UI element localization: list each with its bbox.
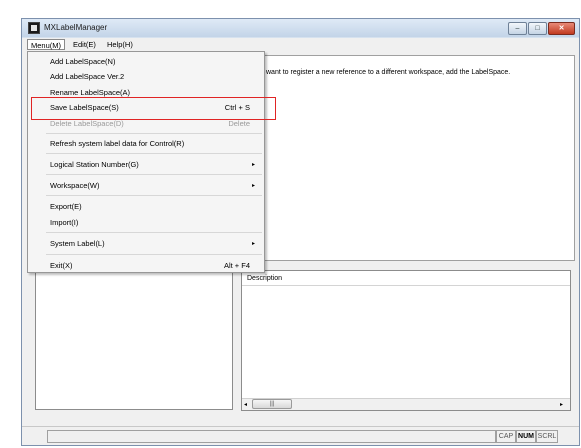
menu-item-delete-labelspace[interactable]: Delete LabelSpace(D) bbox=[50, 119, 124, 128]
menu-item-logical-station-number[interactable]: Logical Station Number(G) bbox=[50, 160, 139, 169]
close-button[interactable]: ✕ bbox=[548, 22, 575, 35]
description-list[interactable] bbox=[241, 270, 571, 411]
menu-separator bbox=[46, 174, 262, 175]
submenu-arrow-icon: ▸ bbox=[252, 162, 256, 168]
delete-shortcut: Delete bbox=[228, 119, 250, 128]
menu-item-import[interactable]: Import(I) bbox=[50, 218, 78, 227]
menu-item-export[interactable]: Export(E) bbox=[50, 202, 82, 211]
menu-separator bbox=[46, 195, 262, 196]
menu-item-exit[interactable]: Exit(X) bbox=[50, 261, 73, 270]
scrl-indicator: SCRL bbox=[536, 430, 558, 443]
app-icon bbox=[28, 22, 40, 34]
submenu-arrow-icon: ▸ bbox=[252, 183, 256, 189]
menu-item-refresh-system-label[interactable]: Refresh system label data for Control(R) bbox=[50, 139, 184, 148]
menu-menu[interactable]: Menu(M) bbox=[27, 39, 66, 50]
menu-edit[interactable]: Edit(E) bbox=[70, 39, 99, 50]
scroll-left-icon[interactable]: ◂ bbox=[244, 401, 247, 408]
scroll-thumb[interactable]: ||| bbox=[252, 399, 292, 409]
highlight-box bbox=[31, 97, 276, 120]
menu-separator bbox=[46, 153, 262, 154]
minimize-button[interactable]: – bbox=[508, 22, 527, 35]
num-indicator: NUM bbox=[516, 430, 536, 443]
submenu-arrow-icon: ▸ bbox=[252, 241, 256, 247]
menu-separator bbox=[46, 254, 262, 255]
menu-help[interactable]: Help(H) bbox=[104, 39, 136, 50]
scroll-right-icon[interactable]: ▸ bbox=[560, 401, 563, 408]
menu-item-rename-labelspace[interactable]: Rename LabelSpace(A) bbox=[50, 88, 130, 97]
menu-item-system-label[interactable]: System Label(L) bbox=[50, 239, 105, 248]
exit-shortcut: Alt + F4 bbox=[223, 261, 250, 270]
description-header-label: Description bbox=[247, 275, 283, 282]
info-text: want to register a new reference to a di… bbox=[266, 69, 511, 76]
status-text-area bbox=[47, 430, 496, 443]
menu-separator bbox=[46, 133, 262, 134]
menu-separator bbox=[46, 232, 262, 233]
labelspace-tree-panel[interactable] bbox=[35, 270, 233, 410]
maximize-button[interactable]: □ bbox=[528, 22, 547, 35]
description-column-header[interactable] bbox=[242, 271, 570, 286]
menu-item-workspace[interactable]: Workspace(W) bbox=[50, 181, 99, 190]
menu-item-add-labelspace[interactable]: Add LabelSpace(N) bbox=[50, 57, 115, 66]
menu-item-add-labelspace-v2[interactable]: Add LabelSpace Ver.2 bbox=[50, 72, 124, 81]
cap-indicator: CAP bbox=[496, 430, 516, 443]
window-title: MXLabelManager bbox=[44, 23, 108, 32]
